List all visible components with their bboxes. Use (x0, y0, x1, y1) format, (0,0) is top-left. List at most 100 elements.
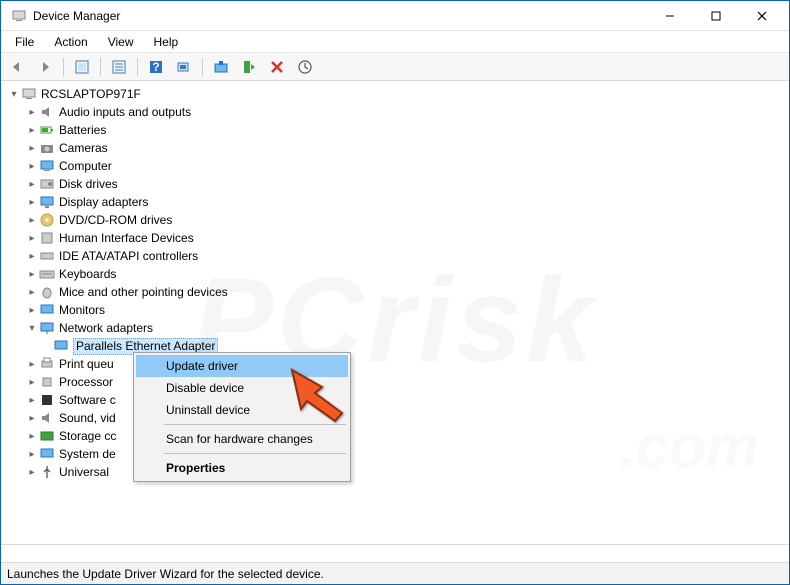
tree-item-label: DVD/CD-ROM drives (59, 213, 172, 227)
disable-button[interactable] (265, 56, 289, 78)
chevron-right-icon[interactable]: ▸ (25, 395, 39, 406)
chevron-right-icon[interactable]: ▸ (25, 269, 39, 280)
tree-item-network[interactable]: ▾Network adapters (1, 319, 789, 337)
chevron-right-icon[interactable]: ▸ (25, 233, 39, 244)
tree-item-batteries[interactable]: ▸Batteries (1, 121, 789, 139)
context-uninstall-device[interactable]: Uninstall device (136, 399, 348, 421)
sound-icon (39, 410, 55, 426)
tree-item-usb[interactable]: ▸ Universal (1, 463, 789, 481)
properties-button[interactable] (107, 56, 131, 78)
menu-file[interactable]: File (7, 33, 42, 51)
context-scan-hardware[interactable]: Scan for hardware changes (136, 428, 348, 450)
menu-bar: File Action View Help (1, 31, 789, 53)
scan-button[interactable] (172, 56, 196, 78)
tree-item-computer[interactable]: ▸ Computer (1, 157, 789, 175)
maximize-button[interactable] (693, 1, 739, 31)
chevron-right-icon[interactable]: ▸ (25, 413, 39, 424)
tree-item-ethernet-adapter[interactable]: Parallels Ethernet Adapter (1, 337, 789, 355)
tree-item-mice[interactable]: ▸ Mice and other pointing devices (1, 283, 789, 301)
context-menu: Update driver Disable device Uninstall d… (133, 352, 351, 482)
tree-item-cameras[interactable]: ▸Cameras (1, 139, 789, 157)
show-hidden-button[interactable] (70, 56, 94, 78)
context-separator (164, 453, 346, 454)
tree-item-audio[interactable]: ▸Audio inputs and outputs (1, 103, 789, 121)
title-bar: Device Manager (1, 1, 789, 31)
tree-item-print[interactable]: ▸Print queu (1, 355, 789, 373)
chevron-right-icon[interactable]: ▸ (25, 449, 39, 460)
tree-item-label: Computer (59, 159, 112, 173)
tree-item-label: Keyboards (59, 267, 116, 281)
chevron-right-icon[interactable]: ▸ (25, 467, 39, 478)
context-update-driver[interactable]: Update driver (136, 355, 348, 377)
chevron-right-icon[interactable]: ▸ (25, 377, 39, 388)
tree-item-label: Universal (59, 465, 109, 479)
pc-icon (39, 158, 55, 174)
menu-action[interactable]: Action (46, 33, 95, 51)
audio-icon (39, 104, 55, 120)
tree-item-software[interactable]: ▸Software c (1, 391, 789, 409)
chevron-right-icon[interactable]: ▸ (25, 179, 39, 190)
software-icon (39, 392, 55, 408)
chevron-right-icon[interactable]: ▸ (25, 431, 39, 442)
uninstall-button[interactable] (237, 56, 261, 78)
chevron-right-icon[interactable]: ▸ (25, 107, 39, 118)
chevron-right-icon[interactable]: ▸ (25, 215, 39, 226)
back-button[interactable] (5, 56, 29, 78)
context-disable-device[interactable]: Disable device (136, 377, 348, 399)
context-item-label: Scan for hardware changes (166, 432, 313, 446)
tree-item-processor[interactable]: ▸ Processor (1, 373, 789, 391)
network-icon (39, 320, 55, 336)
tree-item-label: Monitors (59, 303, 105, 317)
tree-item-storage[interactable]: ▸ Storage cc (1, 427, 789, 445)
display-icon (39, 194, 55, 210)
tree-item-sound[interactable]: ▸Sound, vid (1, 409, 789, 427)
keyboard-icon (39, 266, 55, 282)
monitor-icon (39, 302, 55, 318)
context-properties[interactable]: Properties (136, 457, 348, 479)
minimize-button[interactable] (647, 1, 693, 31)
close-button[interactable] (739, 1, 785, 31)
tree-item-ide[interactable]: ▸ IDE ATA/ATAPI controllers (1, 247, 789, 265)
tree-item-dvd[interactable]: ▸ DVD/CD-ROM drives (1, 211, 789, 229)
svg-text:?: ? (152, 60, 159, 74)
chevron-right-icon[interactable]: ▸ (25, 305, 39, 316)
camera-icon (39, 140, 55, 156)
tree-item-keyboards[interactable]: ▸ Keyboards (1, 265, 789, 283)
status-text: Launches the Update Driver Wizard for th… (7, 567, 324, 581)
tree-item-system[interactable]: ▸ System de (1, 445, 789, 463)
tree-item-label: IDE ATA/ATAPI controllers (59, 249, 198, 263)
device-tree[interactable]: PCrisk .com ▾ RCSLAPTOP971F ▸Audio input… (1, 81, 789, 541)
tree-item-label: System de (59, 447, 116, 461)
adapter-icon (53, 338, 69, 354)
tree-item-hid[interactable]: ▸ Human Interface Devices (1, 229, 789, 247)
context-separator (164, 424, 346, 425)
tree-item-label: Display adapters (59, 195, 148, 209)
context-item-label: Disable device (166, 381, 244, 395)
context-item-label: Update driver (166, 359, 238, 373)
tree-item-disk[interactable]: ▸Disk drives (1, 175, 789, 193)
forward-button[interactable] (33, 56, 57, 78)
chevron-right-icon[interactable]: ▸ (25, 161, 39, 172)
tree-item-display[interactable]: ▸ Display adapters (1, 193, 789, 211)
menu-view[interactable]: View (100, 33, 142, 51)
chevron-right-icon[interactable]: ▸ (25, 197, 39, 208)
chevron-down-icon[interactable]: ▾ (25, 323, 39, 334)
tree-item-label: Human Interface Devices (59, 231, 194, 245)
enable-button[interactable] (293, 56, 317, 78)
chevron-right-icon[interactable]: ▸ (25, 125, 39, 136)
dvd-icon (39, 212, 55, 228)
menu-help[interactable]: Help (146, 33, 187, 51)
tree-item-label: Processor (59, 375, 113, 389)
chevron-right-icon[interactable]: ▸ (25, 143, 39, 154)
help-button[interactable]: ? (144, 56, 168, 78)
chevron-right-icon[interactable]: ▸ (25, 359, 39, 370)
tree-item-monitors[interactable]: ▸ Monitors (1, 301, 789, 319)
tree-root-label: RCSLAPTOP971F (41, 87, 141, 101)
tree-item-label: Storage cc (59, 429, 116, 443)
tree-root[interactable]: ▾ RCSLAPTOP971F (1, 85, 789, 103)
update-driver-button[interactable] (209, 56, 233, 78)
chevron-down-icon[interactable]: ▾ (7, 89, 21, 100)
chevron-right-icon[interactable]: ▸ (25, 251, 39, 262)
tree-item-label: Mice and other pointing devices (59, 285, 228, 299)
chevron-right-icon[interactable]: ▸ (25, 287, 39, 298)
